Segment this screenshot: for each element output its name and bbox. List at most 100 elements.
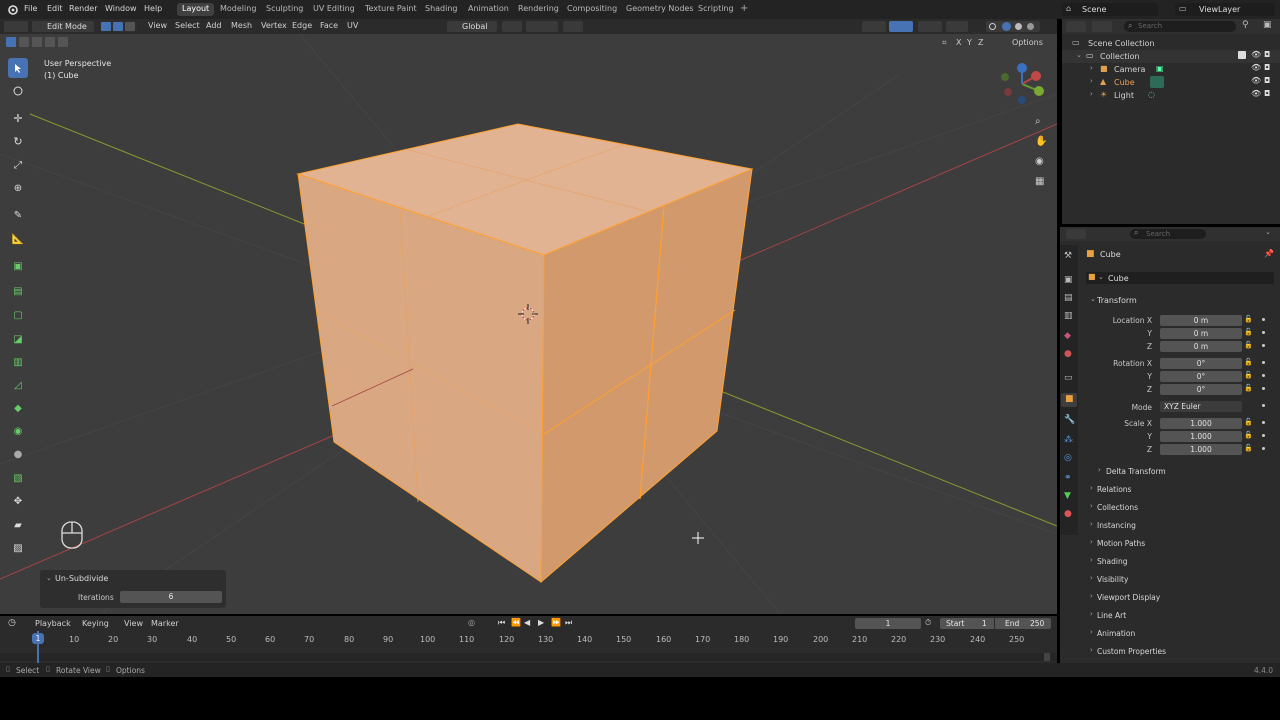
panel-animation[interactable]: › Animation: [1090, 627, 1275, 641]
pivot-point-button[interactable]: [502, 21, 522, 32]
loop-cut-tool-icon[interactable]: ▥: [8, 352, 28, 372]
particles-tab-icon[interactable]: ⁂: [1064, 435, 1073, 445]
mirror-x[interactable]: X: [956, 38, 961, 47]
physics-tab-icon[interactable]: ◎: [1064, 453, 1072, 463]
add-cube-tool-icon[interactable]: ▣: [8, 256, 28, 276]
stopwatch-icon[interactable]: ⏱: [925, 618, 931, 628]
keyframe-dot-icon[interactable]: [1262, 361, 1265, 364]
tab-rendering[interactable]: Rendering: [513, 3, 564, 16]
tab-uv-editing[interactable]: UV Editing: [308, 3, 360, 16]
properties-search-input[interactable]: ⌕ Search: [1130, 228, 1206, 239]
chevron-right-icon[interactable]: ›: [1090, 77, 1093, 85]
zoom-icon[interactable]: ⌕: [1035, 116, 1041, 127]
gizmo-toggle-button[interactable]: [889, 21, 913, 32]
outliner-row-scene-collection[interactable]: ▭ Scene Collection: [1062, 37, 1280, 50]
keyframe-dot-icon[interactable]: [1262, 404, 1265, 407]
blender-logo-icon[interactable]: [6, 3, 19, 16]
object-name-field[interactable]: ■ ⌄ Cube: [1086, 272, 1274, 284]
outliner-row-camera[interactable]: › ■ Camera ▣ 👁 ◘: [1062, 63, 1280, 76]
wireframe-shading-icon[interactable]: [989, 23, 996, 30]
jump-end-icon[interactable]: ⏭: [565, 618, 572, 628]
perspective-toggle-icon[interactable]: ▦: [1035, 176, 1044, 187]
view-layer-selector[interactable]: ▭ ViewLayer: [1175, 3, 1275, 16]
play-icon[interactable]: ▶: [538, 618, 544, 627]
pan-hand-icon[interactable]: ✋: [1035, 136, 1047, 147]
select-intersect-icon[interactable]: [58, 37, 68, 47]
properties-editor-type[interactable]: [1066, 229, 1086, 239]
extrude-tool-icon[interactable]: ▤: [8, 281, 28, 301]
rotation-mode-dropdown[interactable]: XYZ Euler: [1160, 401, 1242, 412]
select-invert-icon[interactable]: [45, 37, 55, 47]
last-operator-panel[interactable]: ⌄ Un-Subdivide Iterations 6: [40, 570, 226, 608]
menu-view[interactable]: View: [148, 21, 167, 30]
smooth-tool-icon[interactable]: ●: [8, 444, 28, 464]
location-x-field[interactable]: 0 m: [1160, 315, 1242, 326]
keyframe-dot-icon[interactable]: [1262, 387, 1265, 390]
measure-tool-icon[interactable]: 📐: [8, 229, 28, 249]
new-collection-icon[interactable]: ▣: [1263, 20, 1272, 30]
select-box-tool-icon[interactable]: [8, 58, 28, 78]
collapse-chevron-icon[interactable]: ⌄: [46, 574, 52, 582]
chevron-down-icon[interactable]: ⌄: [1098, 273, 1104, 281]
panel-visibility[interactable]: › Visibility: [1090, 573, 1275, 587]
location-z-field[interactable]: 0 m: [1160, 341, 1242, 352]
menu-timeline-view[interactable]: View: [124, 619, 143, 628]
transform-panel-header[interactable]: ⌄ Transform: [1090, 294, 1275, 308]
transform-orientation-dropdown[interactable]: Global: [447, 21, 497, 32]
eye-icon[interactable]: 👁: [1251, 50, 1261, 59]
end-frame-field[interactable]: End 250: [995, 618, 1051, 629]
camera-view-icon[interactable]: ◉: [1035, 156, 1044, 167]
tab-scripting[interactable]: Scripting: [693, 3, 739, 16]
3d-viewport[interactable]: User Perspective (1) Cube ⌗ X Y Z Option…: [0, 34, 1057, 614]
outliner-row-cube[interactable]: › ▲ Cube 👁 ◘: [1062, 76, 1280, 89]
play-reverse-icon[interactable]: ◀: [524, 618, 530, 627]
outliner-row-collection[interactable]: ⌄ ▭ Collection 👁 ◘: [1062, 50, 1280, 63]
scale-x-field[interactable]: 1.000: [1160, 418, 1242, 429]
clock-icon[interactable]: ◷: [8, 618, 16, 628]
tab-texture-paint[interactable]: Texture Paint: [360, 3, 422, 16]
inset-tool-icon[interactable]: ▢: [8, 305, 28, 325]
scale-z-field[interactable]: 1.000: [1160, 444, 1242, 455]
panel-motion-paths[interactable]: › Motion Paths: [1090, 537, 1275, 551]
record-icon[interactable]: ◎: [468, 618, 475, 627]
filter-icon[interactable]: ⚲: [1242, 20, 1249, 30]
tab-shading[interactable]: Shading: [420, 3, 463, 16]
cursor-tool-icon[interactable]: [8, 81, 28, 101]
material-shading-icon[interactable]: [1015, 23, 1022, 30]
tab-animation[interactable]: Animation: [463, 3, 514, 16]
add-workspace-icon[interactable]: +: [740, 3, 748, 14]
chevron-right-icon[interactable]: ›: [1090, 64, 1093, 72]
select-mode-buttons[interactable]: [100, 21, 137, 32]
edge-slide-tool-icon[interactable]: ▧: [8, 468, 28, 488]
panel-viewport-display[interactable]: › Viewport Display: [1090, 591, 1275, 605]
transform-tool-icon[interactable]: ⊕: [8, 178, 28, 198]
menu-vertex[interactable]: Vertex: [261, 21, 287, 30]
annotate-tool-icon[interactable]: ✎: [8, 205, 28, 225]
chevron-down-icon[interactable]: ⌄: [1076, 51, 1082, 59]
editor-type-button[interactable]: [4, 21, 28, 32]
select-new-icon[interactable]: [6, 37, 16, 47]
overlay-toggle-button[interactable]: [918, 21, 942, 32]
chevron-down-icon[interactable]: ⌄: [1265, 228, 1271, 236]
outliner-display-mode[interactable]: [1092, 21, 1112, 32]
panel-line-art[interactable]: › Line Art: [1090, 609, 1275, 623]
tab-sculpting[interactable]: Sculpting: [261, 3, 308, 16]
visibility-button[interactable]: [862, 21, 886, 32]
constraints-tab-icon[interactable]: ⚭: [1064, 473, 1072, 483]
lock-icon[interactable]: 🔓: [1244, 341, 1253, 349]
camera-render-icon[interactable]: ◘: [1264, 89, 1270, 98]
options-dropdown[interactable]: Options: [1012, 38, 1043, 47]
panel-instancing[interactable]: › Instancing: [1090, 519, 1275, 533]
menu-marker[interactable]: Marker: [151, 619, 179, 628]
eye-icon[interactable]: 👁: [1251, 63, 1261, 72]
menu-face[interactable]: Face: [320, 21, 338, 30]
menu-select[interactable]: Select: [175, 21, 200, 30]
timeline-scrollbar[interactable]: [1044, 653, 1050, 661]
rendered-shading-icon[interactable]: [1027, 23, 1034, 30]
edge-select-icon[interactable]: [113, 22, 123, 31]
rotation-x-field[interactable]: 0°: [1160, 358, 1242, 369]
rotation-z-field[interactable]: 0°: [1160, 384, 1242, 395]
vertex-select-icon[interactable]: [101, 22, 111, 31]
tab-modeling[interactable]: Modeling: [215, 3, 261, 16]
scene-tab-icon[interactable]: ◆: [1064, 331, 1071, 341]
